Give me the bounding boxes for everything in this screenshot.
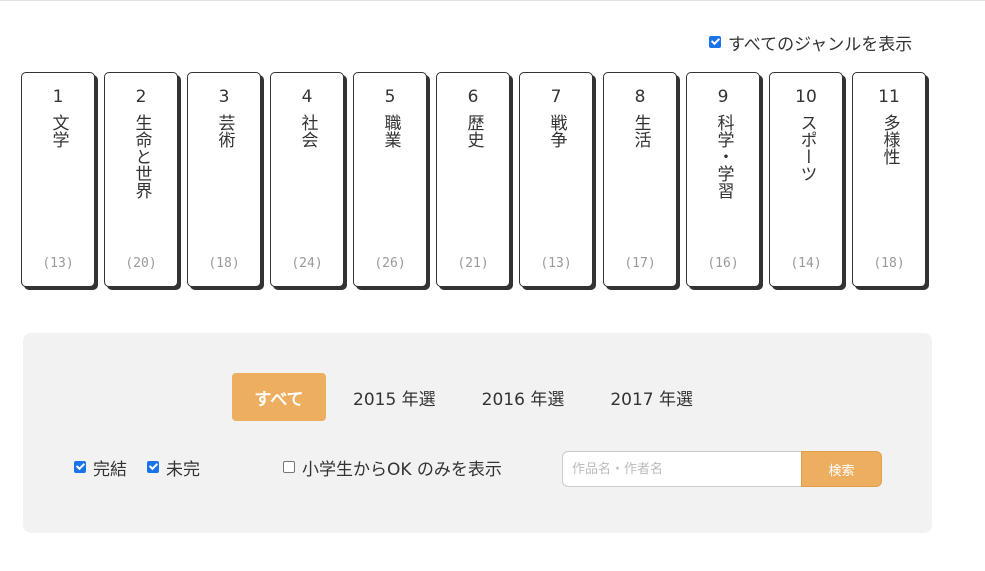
genre-number: 5 xyxy=(384,87,396,107)
genre-name: スポーツ xyxy=(796,114,817,182)
genre-number: 9 xyxy=(717,87,729,107)
search-button[interactable]: 検索 xyxy=(801,451,882,487)
genre-name: 生活 xyxy=(630,114,651,148)
genre-card-6[interactable]: 6 歴史 (21) xyxy=(436,72,510,287)
top-divider xyxy=(0,0,985,1)
genre-number: 10 xyxy=(795,87,817,107)
search-input[interactable] xyxy=(562,451,801,487)
genre-number: 4 xyxy=(301,87,313,107)
genre-card-4[interactable]: 4 社会 (24) xyxy=(270,72,344,287)
genre-number: 6 xyxy=(467,87,479,107)
show-all-genres-label: すべてのジャンルを表示 xyxy=(728,34,913,55)
genre-card-10[interactable]: 10 スポーツ (14) xyxy=(769,72,843,287)
genre-count: (18) xyxy=(208,256,240,271)
completed-checkbox[interactable] xyxy=(74,461,86,473)
genre-name: 文学 xyxy=(48,114,69,148)
genre-number: 7 xyxy=(550,87,562,107)
genre-count: (17) xyxy=(624,256,656,271)
elementary-ok-checkbox[interactable] xyxy=(283,461,295,473)
genre-count: (13) xyxy=(540,256,572,271)
genre-name: 職業 xyxy=(380,114,401,148)
elementary-ok-filter[interactable]: 小学生からOK のみを表示 xyxy=(283,456,502,480)
genre-count: (14) xyxy=(790,256,822,271)
genre-name: 生命と世界 xyxy=(131,114,152,199)
genre-card-5[interactable]: 5 職業 (26) xyxy=(353,72,427,287)
genre-number: 2 xyxy=(135,87,147,107)
elementary-ok-label: 小学生からOK のみを表示 xyxy=(302,459,502,480)
filter-panel: すべて 2015 年選 2016 年選 2017 年選 完結 未完 小学生からO… xyxy=(23,333,932,533)
genre-number: 8 xyxy=(634,87,646,107)
genre-count: (24) xyxy=(291,256,323,271)
genre-name: 戦争 xyxy=(546,114,567,148)
genre-card-1[interactable]: 1 文学 (13) xyxy=(21,72,95,287)
genre-number: 11 xyxy=(878,87,900,107)
search-box: 検索 xyxy=(562,451,882,487)
incomplete-filter[interactable]: 未完 xyxy=(147,456,200,480)
genre-count: (18) xyxy=(873,256,905,271)
tab-2016[interactable]: 2016 年選 xyxy=(459,373,588,421)
genre-name: 科学・学習 xyxy=(713,114,734,199)
tab-2017[interactable]: 2017 年選 xyxy=(587,373,716,421)
genre-name: 歴史 xyxy=(463,114,484,148)
tab-all[interactable]: すべて xyxy=(232,373,326,421)
completed-label: 完結 xyxy=(93,459,127,480)
tab-2015[interactable]: 2015 年選 xyxy=(330,373,459,421)
genre-number: 3 xyxy=(218,87,230,107)
genre-name: 芸術 xyxy=(214,114,235,148)
genre-count: (16) xyxy=(707,256,739,271)
genre-card-9[interactable]: 9 科学・学習 (16) xyxy=(686,72,760,287)
genre-count: (26) xyxy=(374,256,406,271)
genre-count: (20) xyxy=(125,256,157,271)
show-all-genres-toggle[interactable]: すべてのジャンルを表示 xyxy=(709,31,913,55)
incomplete-label: 未完 xyxy=(166,459,200,480)
completed-filter[interactable]: 完結 xyxy=(74,456,127,480)
incomplete-checkbox[interactable] xyxy=(147,461,159,473)
year-tabs: すべて 2015 年選 2016 年選 2017 年選 xyxy=(232,373,716,421)
genre-name: 多様性 xyxy=(879,114,900,165)
genre-card-8[interactable]: 8 生活 (17) xyxy=(603,72,677,287)
show-all-genres-checkbox[interactable] xyxy=(709,36,721,48)
genre-card-2[interactable]: 2 生命と世界 (20) xyxy=(104,72,178,287)
genre-number: 1 xyxy=(52,87,64,107)
genre-card-11[interactable]: 11 多様性 (18) xyxy=(852,72,926,287)
genre-card-7[interactable]: 7 戦争 (13) xyxy=(519,72,593,287)
genre-card-3[interactable]: 3 芸術 (18) xyxy=(187,72,261,287)
genre-count: (13) xyxy=(42,256,74,271)
genre-name: 社会 xyxy=(297,114,318,148)
genre-count: (21) xyxy=(457,256,489,271)
